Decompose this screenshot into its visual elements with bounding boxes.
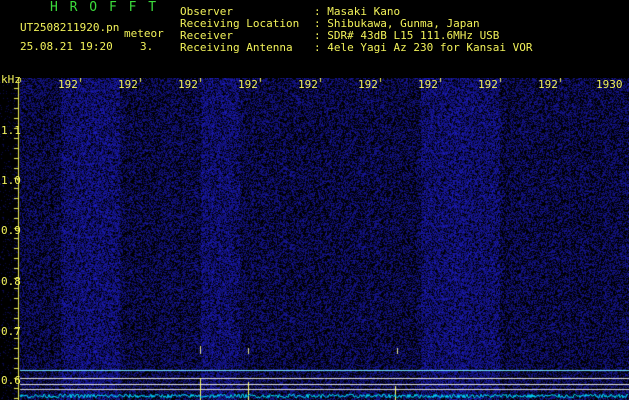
freq-tick-label: 0.8	[1, 275, 21, 288]
time-tick-label: 192	[298, 78, 318, 91]
unit-label: kHz	[1, 73, 21, 86]
time-tick-label: 192	[358, 78, 378, 91]
time-tick-label: 192	[538, 78, 558, 91]
freq-tick-label: 0.6	[1, 374, 21, 387]
header-panel: H R O F F T UT2508211920.pn meteor 25.08…	[0, 0, 629, 78]
freq-tick-label: 1.1	[1, 124, 21, 137]
time-tick-label: 192	[58, 78, 78, 91]
time-tick-label: 192	[118, 78, 138, 91]
spectrogram-canvas	[0, 78, 629, 400]
datetime-label: 25.08.21 19:20	[20, 40, 113, 53]
antenna-label: Receiving Antenna	[180, 41, 293, 54]
freq-tick-label: 0.9	[1, 224, 21, 237]
time-tick-label: 1930	[596, 78, 623, 91]
time-tick-label: 192	[478, 78, 498, 91]
freq-tick-label: 0.7	[1, 325, 21, 338]
mode-label: meteor	[124, 27, 164, 40]
antenna-value: : 4ele Yagi Az 230 for Kansai VOR	[314, 41, 533, 54]
time-tick-label: 192	[178, 78, 198, 91]
time-tick-label: 192	[238, 78, 258, 91]
count-label: 3.	[140, 40, 154, 53]
freq-tick-label: 1.0	[1, 174, 21, 187]
time-tick-label: 192	[418, 78, 438, 91]
app-title: H R O F F T	[50, 0, 159, 15]
filename-label: UT2508211920.pn	[20, 21, 120, 34]
